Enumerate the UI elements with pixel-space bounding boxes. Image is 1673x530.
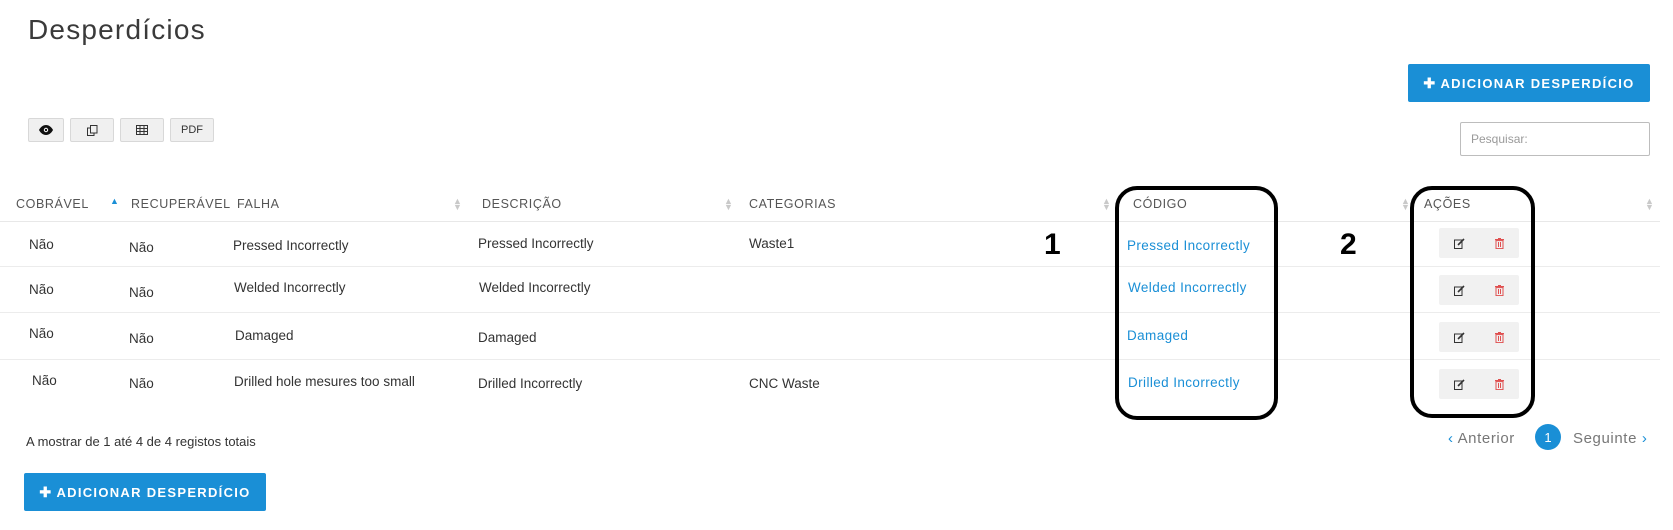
column-header-descricao[interactable]: DESCRIÇÃO xyxy=(482,197,562,211)
excel-export-button[interactable] xyxy=(120,118,164,142)
cell-categorias: Waste1 xyxy=(749,236,795,251)
pagination-next[interactable]: Seguinte › xyxy=(1573,430,1647,447)
cell-descricao: Pressed Incorrectly xyxy=(478,236,594,251)
cell-categorias: CNC Waste xyxy=(749,376,820,391)
pdf-export-button[interactable]: PDF xyxy=(170,118,214,142)
sort-icon[interactable]: ▲ ▼ xyxy=(1401,197,1410,212)
table-icon xyxy=(136,125,148,135)
add-waste-button-top[interactable]: ✚ ADICIONAR DESPERDÍCIO xyxy=(1408,64,1650,102)
add-waste-label: ADICIONAR DESPERDÍCIO xyxy=(1440,75,1635,91)
cell-recuperavel: Não xyxy=(129,331,154,346)
next-label: Seguinte xyxy=(1573,430,1638,447)
chevron-left-icon: ‹ xyxy=(1448,430,1454,447)
add-waste-button-bottom[interactable]: ✚ ADICIONAR DESPERDÍCIO xyxy=(24,473,266,511)
column-header-categorias[interactable]: CATEGORIAS xyxy=(749,197,836,211)
cell-descricao: Damaged xyxy=(478,330,537,345)
cell-cobravel: Não xyxy=(29,282,54,297)
pagination-previous[interactable]: ‹ Anterior xyxy=(1448,430,1515,447)
copy-button[interactable] xyxy=(70,118,114,142)
cell-recuperavel: Não xyxy=(129,240,154,255)
search-input[interactable] xyxy=(1460,122,1650,156)
cell-cobravel: Não xyxy=(32,373,57,388)
column-visibility-button[interactable] xyxy=(28,118,64,142)
page-title: Desperdícios xyxy=(28,14,206,45)
callout-box-codigo xyxy=(1115,186,1278,420)
cell-recuperavel: Não xyxy=(129,285,154,300)
callout-number-1: 1 xyxy=(1044,228,1061,261)
cell-falha: Drilled hole mesures too small xyxy=(234,374,415,389)
column-header-cobravel[interactable]: COBRÁVEL xyxy=(16,197,89,211)
cell-falha: Pressed Incorrectly xyxy=(233,238,349,253)
plus-icon: ✚ xyxy=(1423,74,1437,91)
sort-icon[interactable]: ▲ ▼ xyxy=(1645,197,1654,212)
column-header-falha[interactable]: FALHA xyxy=(237,197,280,211)
column-header-recuperavel[interactable]: RECUPERÁVEL xyxy=(131,197,231,211)
cell-falha: Damaged xyxy=(235,328,294,343)
table-info: A mostrar de 1 até 4 de 4 registos totai… xyxy=(26,434,256,449)
copy-icon xyxy=(86,124,97,136)
cell-falha: Welded Incorrectly xyxy=(234,280,346,295)
cell-cobravel: Não xyxy=(29,237,54,252)
sort-icon[interactable]: ▲ ▼ xyxy=(453,197,462,212)
pagination-current-page[interactable]: 1 xyxy=(1535,424,1561,450)
chevron-right-icon: › xyxy=(1641,430,1648,447)
callout-box-acoes xyxy=(1410,186,1535,418)
callout-number-2: 2 xyxy=(1340,228,1357,261)
cell-descricao: Welded Incorrectly xyxy=(479,280,591,295)
eye-icon xyxy=(39,125,53,135)
cell-descricao: Drilled Incorrectly xyxy=(478,376,583,391)
export-toolbar: PDF xyxy=(28,118,214,142)
prev-label: Anterior xyxy=(1457,430,1515,447)
plus-icon: ✚ xyxy=(39,483,53,500)
sort-icon[interactable]: ▲ ▼ xyxy=(724,197,733,212)
sort-asc-icon[interactable]: ▲ xyxy=(110,197,119,206)
add-waste-label: ADICIONAR DESPERDÍCIO xyxy=(56,484,251,500)
sort-icon[interactable]: ▲ ▼ xyxy=(1102,197,1111,212)
cell-cobravel: Não xyxy=(29,326,54,341)
cell-recuperavel: Não xyxy=(129,376,154,391)
